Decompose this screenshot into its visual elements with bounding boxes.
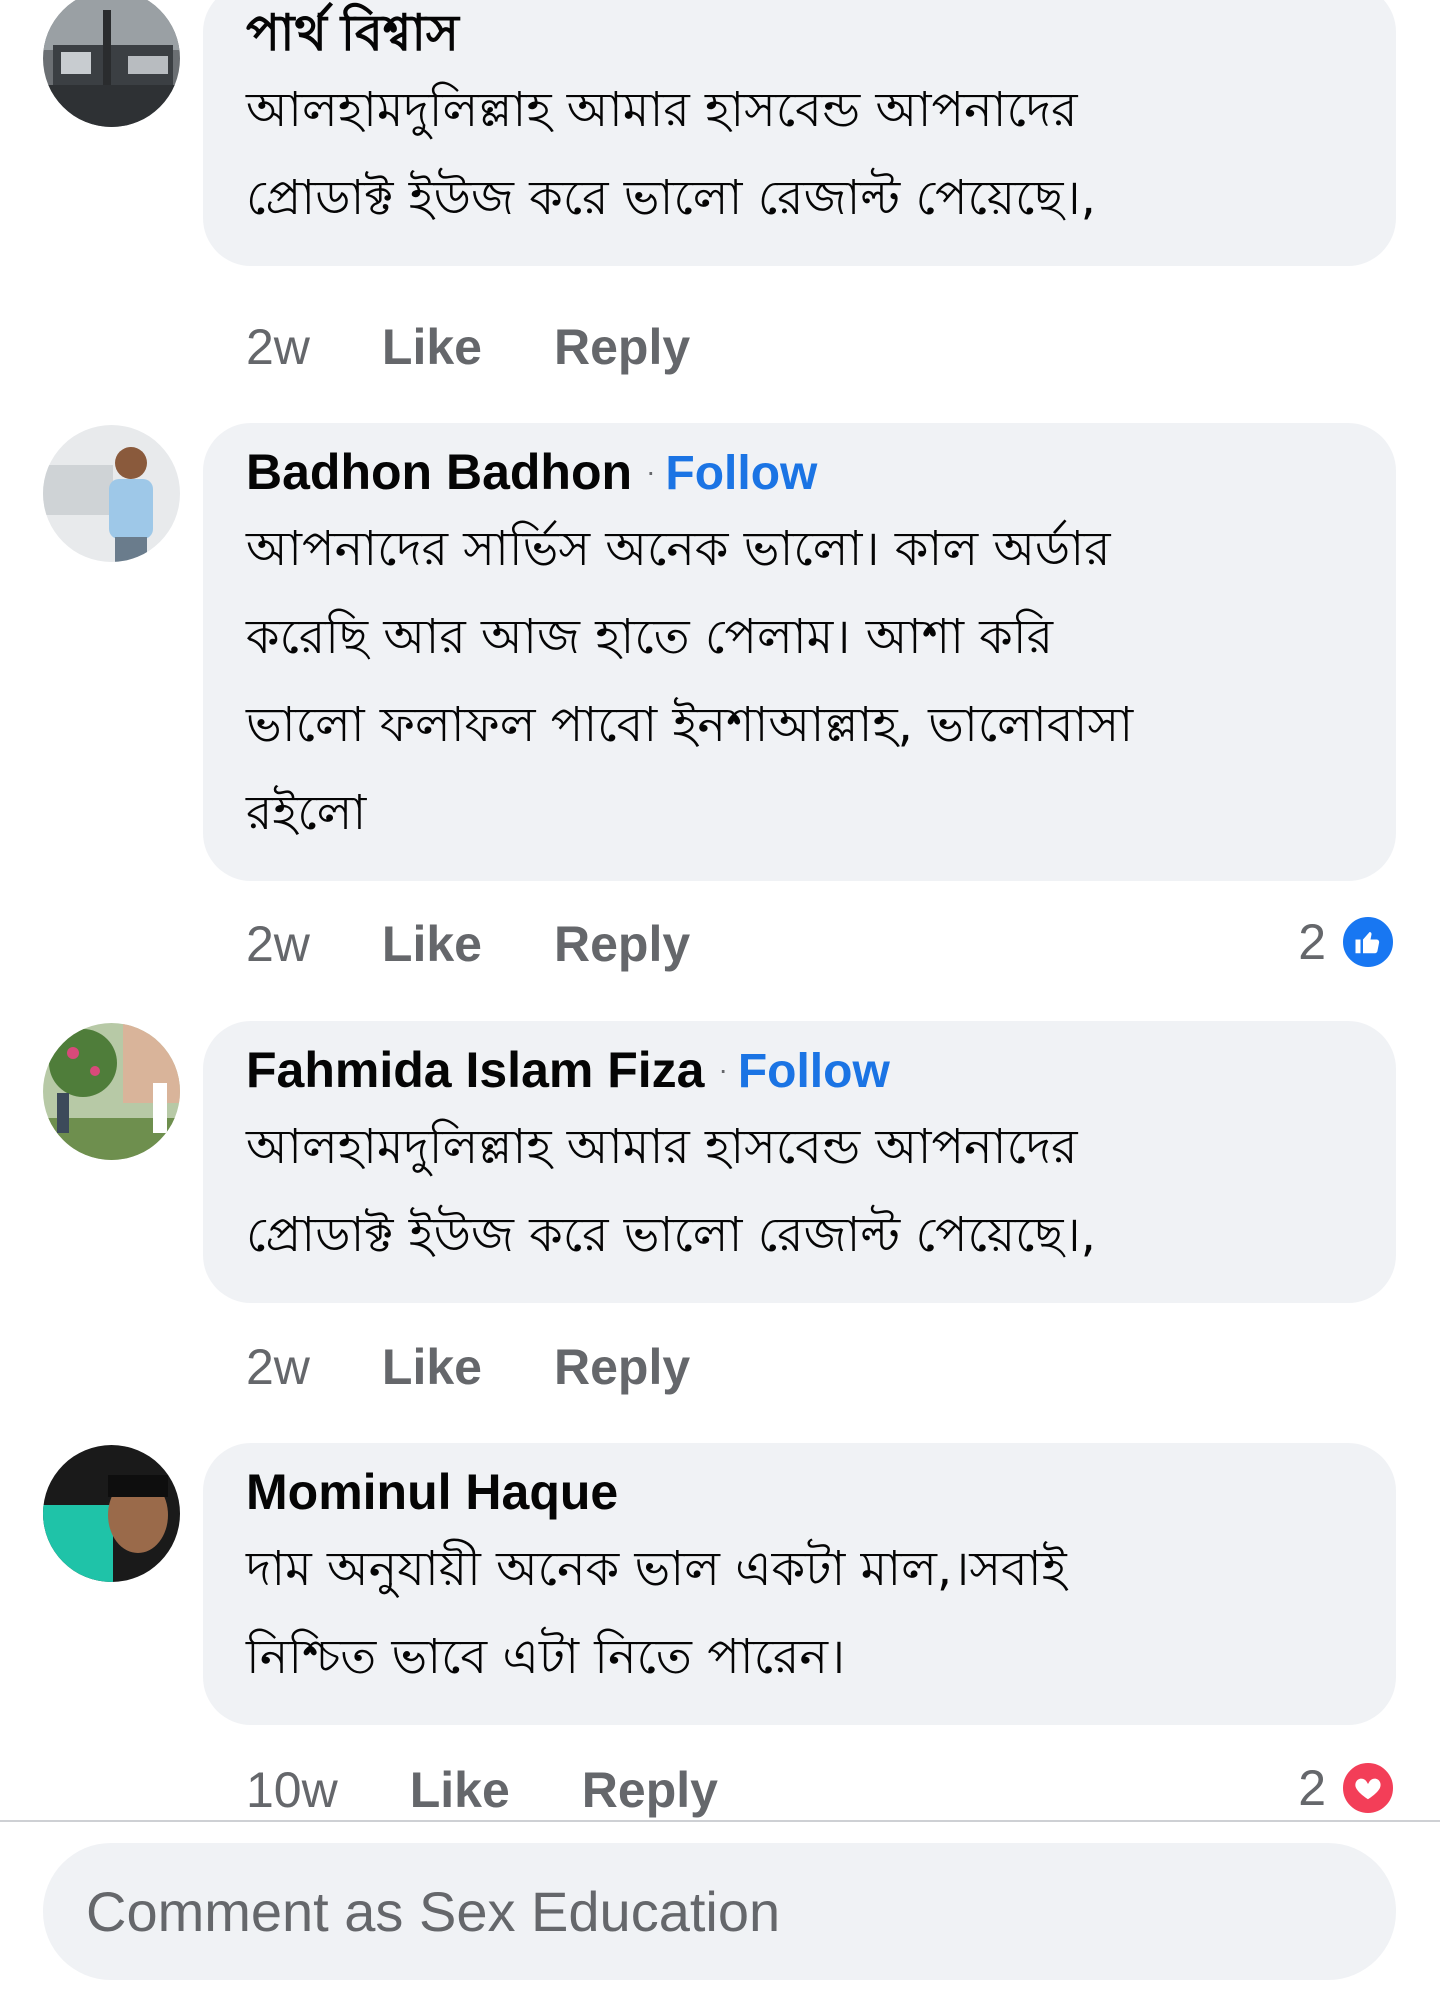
comment-text-line: করেছি আর আজ হাতে পেলাম। আশা করি	[246, 609, 1053, 665]
comment-actions: 10w Like Reply	[246, 1760, 718, 1820]
reaction-summary[interactable]: 2	[1298, 912, 1396, 972]
comment-text-line: রইলো	[246, 785, 367, 841]
avatar[interactable]	[43, 0, 180, 127]
follow-button[interactable]: Follow	[738, 1041, 890, 1103]
comment-actions: 2w Like Reply	[246, 1337, 690, 1397]
reply-button[interactable]: Reply	[554, 1338, 690, 1396]
comment-text: আপনাদের সার্ভিস অনেক ভালো। কাল অর্ডার কর…	[246, 505, 1356, 857]
comment-text-line: আলহামদুলিল্লাহ আমার হাসবেন্ড আপনাদের	[246, 82, 1078, 138]
comment-text: আলহামদুলিল্লাহ আমার হাসবেন্ড আপনাদের প্র…	[246, 66, 1356, 242]
comment-header: Fahmida Islam Fiza · Follow	[246, 1039, 1356, 1101]
reaction-count: 2	[1298, 1760, 1326, 1816]
comment-header: পার্থ বিশ্বাস	[246, 2, 1356, 64]
reply-button[interactable]: Reply	[554, 915, 690, 973]
comment-bubble: Badhon Badhon · Follow আপনাদের সার্ভিস অ…	[203, 423, 1396, 881]
comment-author[interactable]: Mominul Haque	[246, 1461, 618, 1523]
avatar-portrait-photo	[43, 1445, 180, 1582]
like-thumb-icon	[1340, 914, 1396, 970]
avatar-outdoor-photo	[43, 1023, 180, 1160]
comment-author[interactable]: Fahmida Islam Fiza	[246, 1039, 704, 1101]
comment-text-line: ভালো ফলাফল পাবো ইনশাআল্লাহ, ভালোবাসা	[246, 697, 1134, 753]
comment-timestamp[interactable]: 10w	[246, 1761, 338, 1819]
comment-input[interactable]: Comment as Sex Education	[43, 1843, 1396, 1980]
avatar-person-photo	[43, 425, 180, 562]
avatar[interactable]	[43, 1445, 180, 1582]
like-button[interactable]: Like	[410, 1761, 510, 1819]
comment-timestamp[interactable]: 2w	[246, 318, 310, 376]
divider	[0, 1820, 1440, 1822]
avatar[interactable]	[43, 1023, 180, 1160]
follow-button[interactable]: Follow	[665, 443, 817, 505]
reaction-count: 2	[1298, 914, 1326, 970]
love-heart-icon	[1340, 1760, 1396, 1816]
like-button[interactable]: Like	[382, 1338, 482, 1396]
reply-button[interactable]: Reply	[582, 1761, 718, 1819]
comment-text-line: নিশ্চিত ভাবে এটা নিতে পারেন।	[246, 1629, 846, 1685]
reaction-summary[interactable]: 2	[1298, 1758, 1396, 1818]
like-button[interactable]: Like	[382, 915, 482, 973]
comment-header: Mominul Haque	[246, 1461, 1356, 1523]
comment-timestamp[interactable]: 2w	[246, 915, 310, 973]
comment-header: Badhon Badhon · Follow	[246, 441, 1356, 503]
comment-input-placeholder: Comment as Sex Education	[86, 1880, 781, 1943]
comment-text-line: আপনাদের সার্ভিস অনেক ভালো। কাল অর্ডার	[246, 521, 1111, 577]
separator-dot: ·	[646, 456, 656, 487]
comment-bubble: Mominul Haque দাম অনুযায়ী অনেক ভাল একটা…	[203, 1443, 1396, 1725]
reply-button[interactable]: Reply	[554, 318, 690, 376]
comment-actions: 2w Like Reply	[246, 914, 690, 974]
comment-text: দাম অনুযায়ী অনেক ভাল একটা মাল,।সবাই নিশ…	[246, 1525, 1356, 1701]
comment-bubble: Fahmida Islam Fiza · Follow আলহামদুলিল্ল…	[203, 1021, 1396, 1303]
comment-text-line: প্রোডাক্ট ইউজ করে ভালো রেজাল্ট পেয়েছে।,	[246, 170, 1096, 226]
comment-author[interactable]: Badhon Badhon	[246, 441, 632, 503]
avatar[interactable]	[43, 425, 180, 562]
comment-bubble: পার্থ বিশ্বাস আলহামদুলিল্লাহ আমার হাসবেন…	[203, 0, 1396, 266]
like-button[interactable]: Like	[382, 318, 482, 376]
avatar-kitchen-photo	[43, 0, 180, 127]
comment-actions: 2w Like Reply	[246, 317, 690, 377]
comment-text-line: দাম অনুযায়ী অনেক ভাল একটা মাল,।সবাই	[246, 1541, 1067, 1597]
comment-timestamp[interactable]: 2w	[246, 1338, 310, 1396]
comment-text-line: প্রোডাক্ট ইউজ করে ভালো রেজাল্ট পেয়েছে।,	[246, 1207, 1096, 1263]
separator-dot: ·	[718, 1054, 728, 1085]
comment-text: আলহামদুলিল্লাহ আমার হাসবেন্ড আপনাদের প্র…	[246, 1103, 1356, 1279]
comment-text-line: আলহামদুলিল্লাহ আমার হাসবেন্ড আপনাদের	[246, 1119, 1078, 1175]
comment-author[interactable]: পার্থ বিশ্বাস	[246, 2, 459, 64]
